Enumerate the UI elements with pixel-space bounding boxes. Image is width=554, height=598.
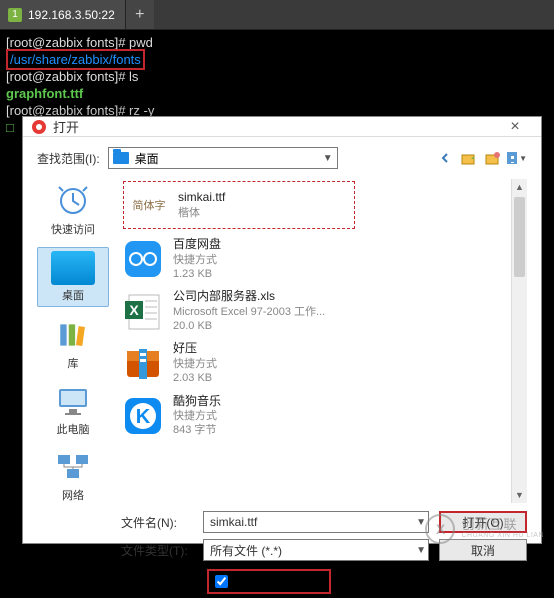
filename-label: 文件名(N): <box>121 514 193 531</box>
file-name: 好压 <box>173 341 217 357</box>
sidebar-quick-access[interactable]: 快速访问 <box>37 181 109 239</box>
file-name: 百度网盘 <box>173 237 221 253</box>
file-list: 简体字 simkai.ttf 楷体 百度网盘 快捷方式 1.23 KB X <box>117 177 527 505</box>
sidebar-network[interactable]: 网络 <box>37 447 109 505</box>
terminal-cursor-line: □ <box>6 120 14 135</box>
chevron-down-icon: ▼ <box>323 153 333 164</box>
tab-title: 192.168.3.50:22 <box>28 8 115 22</box>
app-icon <box>31 119 47 135</box>
terminal-prompt: [root@zabbix fonts]# <box>6 35 129 50</box>
file-item[interactable]: 百度网盘 快捷方式 1.23 KB <box>121 233 523 285</box>
terminal-tab-bar: 1 192.168.3.50:22 + <box>0 0 554 30</box>
filetype-dropdown[interactable]: 所有文件 (*.*)▼ <box>203 539 429 561</box>
scroll-up-button[interactable]: ▲ <box>512 179 527 195</box>
send-ascii-checkbox[interactable]: 发送文件到ASCII <box>207 569 331 594</box>
file-item[interactable]: K 酷狗音乐 快捷方式 843 字节 <box>121 390 523 442</box>
file-subtext: 楷体 <box>178 206 225 220</box>
filename-input[interactable]: simkai.ttf▼ <box>203 511 429 533</box>
file-subtext: 20.0 KB <box>173 319 325 333</box>
nav-newfolder-button[interactable] <box>483 148 503 168</box>
kugou-icon: K <box>123 396 163 436</box>
file-subtext: Microsoft Excel 97-2003 工作... <box>173 305 325 319</box>
new-tab-button[interactable]: + <box>126 0 154 29</box>
watermark-subtext: CHUANG XIN HU LIAN <box>461 532 544 540</box>
file-item[interactable]: X 公司内部服务器.xls Microsoft Excel 97-2003 工作… <box>121 285 523 337</box>
haozip-icon <box>123 343 163 383</box>
file-name: simkai.ttf <box>178 190 225 206</box>
folder-icon <box>113 152 129 164</box>
file-list-scrollbar[interactable]: ▲ ▼ <box>511 179 527 503</box>
font-file-icon: 简体字 <box>130 187 168 223</box>
baidu-icon <box>123 239 163 279</box>
excel-file-icon: X <box>123 291 163 331</box>
lookin-dropdown[interactable]: 桌面 ▼ <box>108 147 338 169</box>
watermark-text: 创新互联 <box>461 517 517 532</box>
dialog-titlebar: 打开 × <box>23 117 541 137</box>
file-item-simkai[interactable]: 简体字 simkai.ttf 楷体 <box>123 181 355 229</box>
scroll-thumb[interactable] <box>514 197 525 277</box>
file-subtext: 快捷方式 <box>173 357 217 371</box>
watermark-logo-icon: X <box>425 514 455 544</box>
send-ascii-label: 发送文件到ASCII <box>232 573 323 590</box>
scroll-down-button[interactable]: ▼ <box>512 487 527 503</box>
sidebar-desktop[interactable]: 桌面 <box>37 247 109 307</box>
sidebar-this-pc[interactable]: 此电脑 <box>37 381 109 439</box>
nav-view-button[interactable]: ▼ <box>507 148 527 168</box>
places-sidebar: 快速访问 桌面 库 此电脑 网络 <box>37 177 109 505</box>
svg-text:X: X <box>129 302 139 318</box>
file-subtext: 843 字节 <box>173 423 221 437</box>
highlighted-path: /usr/share/zabbix/fonts <box>6 49 145 70</box>
terminal-tab[interactable]: 1 192.168.3.50:22 <box>0 0 126 29</box>
lookin-label: 查找范围(I): <box>37 150 100 167</box>
file-subtext: 2.03 KB <box>173 371 217 385</box>
nav-back-button[interactable] <box>435 148 455 168</box>
file-item[interactable]: 好压 快捷方式 2.03 KB <box>121 337 523 389</box>
sidebar-libraries[interactable]: 库 <box>37 315 109 373</box>
file-subtext: 1.23 KB <box>173 267 221 281</box>
file-open-dialog: 打开 × 查找范围(I): 桌面 ▼ ▼ 快速访问 <box>22 116 542 544</box>
terminal-prompt: [root@zabbix fonts]# <box>6 69 129 84</box>
nav-up-button[interactable] <box>459 148 479 168</box>
lookin-value: 桌面 <box>135 150 159 167</box>
send-ascii-input[interactable] <box>215 575 228 588</box>
terminal-file: graphfont.ttf <box>6 86 83 101</box>
close-button[interactable]: × <box>495 118 535 136</box>
filetype-label: 文件类型(T): <box>121 542 193 559</box>
terminal-cmd: pwd <box>129 35 153 50</box>
file-subtext: 快捷方式 <box>173 253 221 267</box>
file-name: 公司内部服务器.xls <box>173 289 325 305</box>
terminal-cmd: ls <box>129 69 138 84</box>
tab-status-icon: 1 <box>8 8 22 22</box>
file-subtext: 快捷方式 <box>173 409 221 423</box>
watermark: X 创新互联 CHUANG XIN HU LIAN <box>425 514 544 544</box>
file-name: 酷狗音乐 <box>173 394 221 410</box>
svg-text:K: K <box>136 406 151 428</box>
dialog-title: 打开 <box>53 117 495 136</box>
